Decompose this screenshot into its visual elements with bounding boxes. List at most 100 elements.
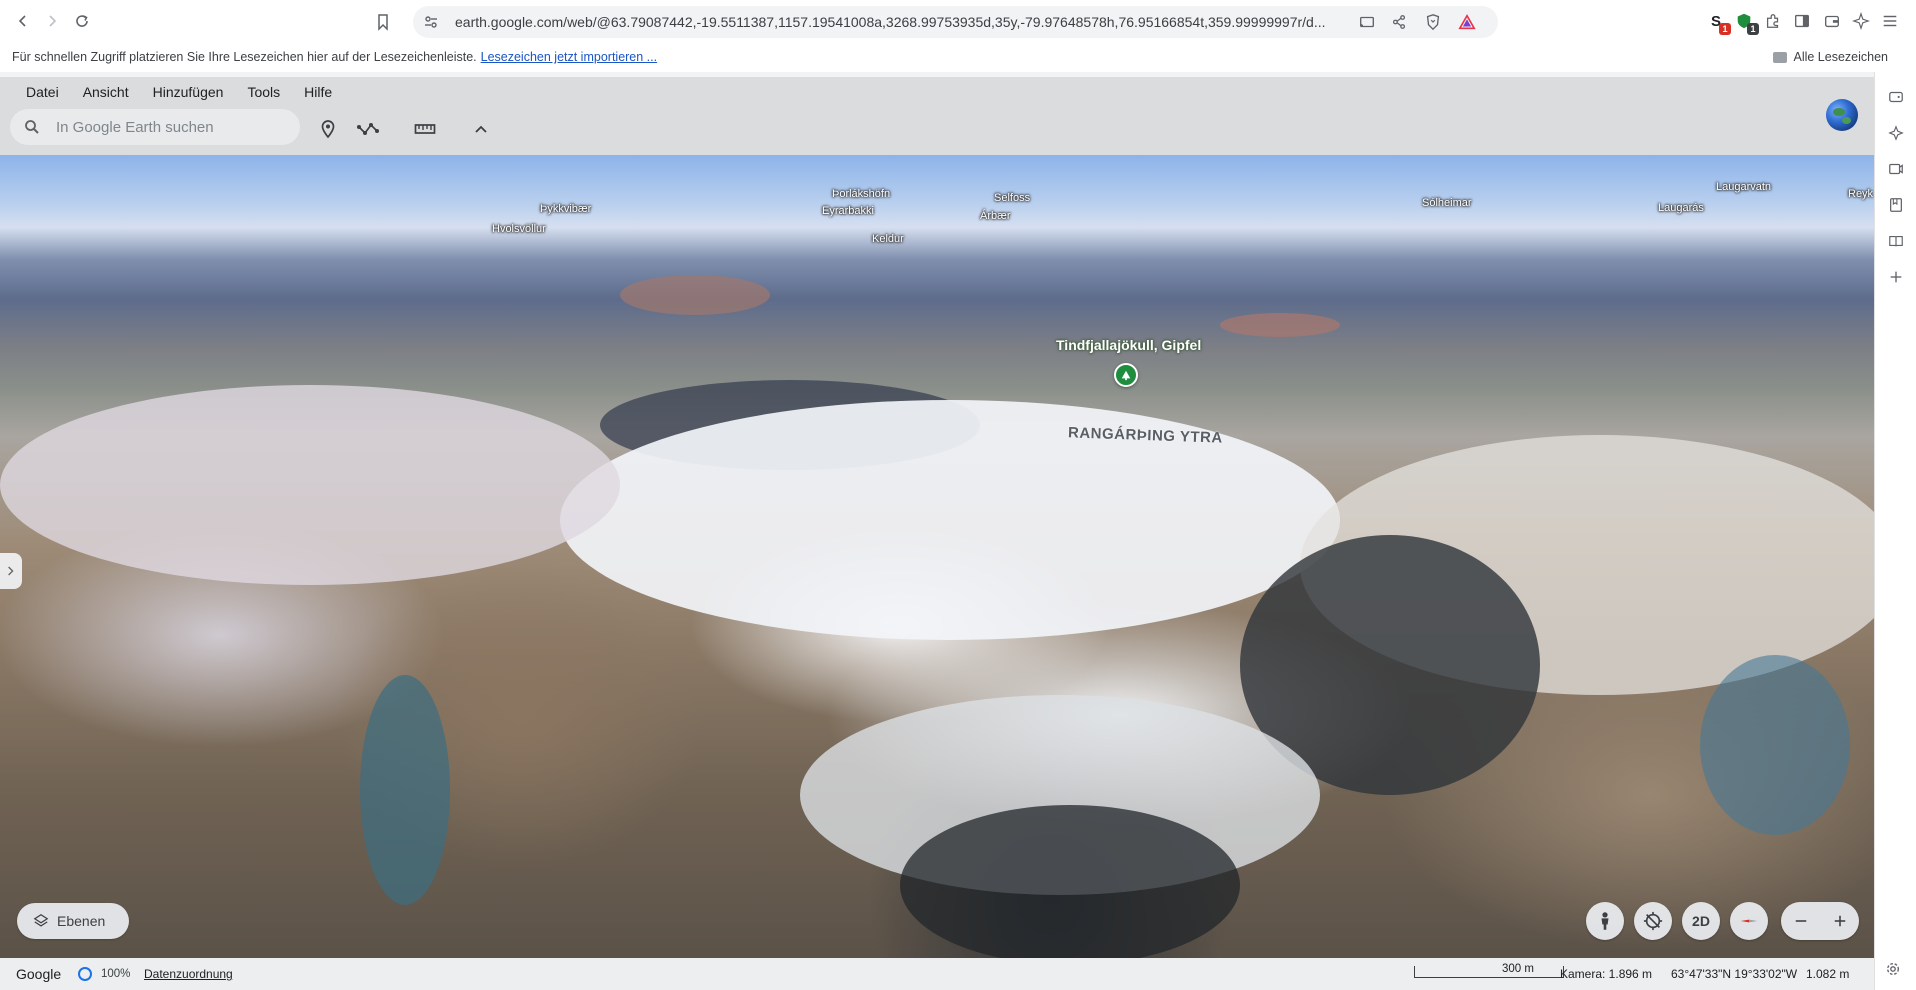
map-label-solheimar[interactable]: Sólheimar [1422, 197, 1472, 209]
peak-label-tindfjallajokull[interactable]: Tindfjallajökull, Gipfel [1056, 337, 1201, 353]
reading-list-icon[interactable] [1887, 232, 1905, 250]
earth-map-view[interactable]: Þykkvibær Hvolsvöllur Þorlákshöfn Eyrarb… [0, 155, 1874, 958]
extension-badge: 1 [1747, 23, 1759, 35]
all-bookmarks-label: Alle Lesezeichen [1793, 50, 1888, 64]
earth-search-input[interactable] [56, 117, 276, 137]
layers-icon [33, 914, 49, 927]
menu-ansicht[interactable]: Ansicht [71, 81, 141, 103]
site-settings-icon[interactable] [423, 14, 439, 30]
chevron-right-icon [49, 15, 57, 27]
folder-icon [1773, 51, 1788, 63]
placemark-icon [321, 120, 335, 139]
pegman-icon [1601, 912, 1609, 930]
map-label-arbaer[interactable]: Árbær [980, 210, 1011, 222]
draw-path-button[interactable] [356, 117, 380, 141]
menu-hilfe[interactable]: Hilfe [292, 81, 344, 103]
url-text[interactable]: earth.google.com/web/@63.79087442,-19.55… [455, 14, 1355, 30]
map-label-selfoss[interactable]: Selfoss [994, 192, 1030, 204]
shadow-lake [1700, 655, 1850, 835]
search-icon [24, 119, 40, 135]
zoom-in-button[interactable] [1820, 902, 1859, 940]
pegman-button[interactable] [1586, 902, 1624, 940]
brave-rewards-icon[interactable] [1457, 12, 1477, 32]
back-button[interactable] [11, 9, 35, 33]
compass-icon [1740, 919, 1758, 923]
scale-label: 300 m [1502, 963, 1534, 975]
peak-pin[interactable] [1114, 363, 1138, 387]
map-label-thorlakshofn[interactable]: Þorlákshöfn [832, 188, 890, 200]
all-bookmarks-button[interactable]: Alle Lesezeichen [1773, 50, 1888, 64]
zoom-controls [1781, 902, 1859, 940]
path-icon [357, 123, 379, 135]
add-placemark-button[interactable] [316, 117, 340, 141]
camera-altitude: Kamera: 1.896 m [1560, 967, 1653, 981]
menu-tools[interactable]: Tools [235, 81, 292, 103]
wallet-icon[interactable] [1822, 11, 1842, 31]
collapse-toolbar-button[interactable] [469, 117, 493, 141]
view-2d-button[interactable]: 2D [1682, 902, 1720, 940]
chevron-left-icon [18, 15, 26, 27]
loading-ring-icon [78, 967, 92, 981]
earth-search-box[interactable] [10, 109, 300, 145]
map-label-laugarvatn[interactable]: Laugarvatn [1716, 181, 1771, 193]
wallet-panel-icon[interactable] [1887, 88, 1905, 106]
browser-side-panel [1874, 72, 1916, 990]
terrain-hill [620, 275, 770, 315]
ground-altitude: 1.082 m [1806, 967, 1850, 981]
leo-panel-icon[interactable] [1887, 124, 1905, 142]
shadow-lake [360, 675, 450, 905]
map-label-hvolsvollur[interactable]: Hvolsvöllur [492, 223, 546, 235]
shield-extension-icon[interactable]: 1 [1734, 11, 1759, 35]
reset-tilt-button[interactable] [1634, 902, 1672, 940]
bookmarks-hint-text: Für schnellen Zugriff platzieren Sie Ihr… [12, 50, 477, 64]
bookmarks-panel-icon[interactable] [1887, 196, 1905, 214]
import-bookmarks-link[interactable]: Lesezeichen jetzt importieren ... [481, 50, 657, 64]
chevron-up-icon [475, 125, 487, 133]
measure-button[interactable] [413, 117, 437, 141]
gear-icon [1887, 963, 1899, 975]
zoom-out-button[interactable] [1781, 902, 1820, 940]
map-label-thykkvibaer[interactable]: Þykkvibær [540, 203, 591, 215]
shadow-valley [900, 805, 1240, 958]
bookmarks-hint: Für schnellen Zugriff platzieren Sie Ihr… [12, 50, 657, 64]
sidebar-toggle-icon[interactable] [1792, 11, 1812, 31]
plus-icon [1834, 915, 1845, 927]
map-label-eyrarbakki[interactable]: Eyrarbakki [822, 205, 874, 217]
bookmark-icon[interactable] [373, 12, 393, 32]
settings-button[interactable] [1883, 959, 1903, 979]
brave-shield-icon[interactable] [1423, 12, 1443, 32]
menu-icon[interactable] [1880, 11, 1900, 31]
scale-bar [1414, 966, 1564, 978]
map-label-reyk[interactable]: Reyk [1848, 188, 1873, 200]
ruler-icon [414, 124, 436, 134]
share-icon[interactable] [1389, 12, 1409, 32]
layers-button[interactable]: Ebenen [17, 903, 129, 939]
extensions-puzzle-icon[interactable] [1763, 11, 1783, 31]
cast-icon[interactable] [1357, 12, 1377, 32]
minus-icon [1795, 920, 1806, 922]
terrain-hill [1220, 313, 1340, 337]
load-percent: 100% [101, 968, 131, 980]
menu-datei[interactable]: Datei [14, 81, 71, 103]
data-attribution-link[interactable]: Datenzuordnung [144, 967, 233, 981]
leo-ai-icon[interactable] [1851, 11, 1871, 31]
compass-button[interactable] [1730, 902, 1768, 940]
map-label-keldur[interactable]: Keldur [872, 233, 904, 245]
cursor-coordinates: 63°47'33"N 19°33'02"W [1671, 967, 1798, 981]
chevron-right-icon [8, 566, 14, 576]
reload-button[interactable] [70, 9, 94, 33]
map-label-laugaras[interactable]: Laugarás [1658, 202, 1704, 214]
expand-sidebar-button[interactable] [0, 553, 22, 589]
address-bar[interactable]: earth.google.com/web/@63.79087442,-19.55… [378, 6, 1498, 38]
reload-icon [76, 15, 88, 27]
bookmarks-bar: Für schnellen Zugriff platzieren Sie Ihr… [0, 42, 1916, 72]
add-panel-icon[interactable] [1887, 268, 1905, 286]
forward-button[interactable] [40, 9, 64, 33]
tilt-off-icon [1643, 911, 1663, 931]
menu-hinzufuegen[interactable]: Hinzufügen [141, 81, 236, 103]
media-panel-icon[interactable] [1887, 160, 1905, 178]
s-extension-icon[interactable]: S 1 [1706, 11, 1731, 35]
browser-toolbar: earth.google.com/web/@63.79087442,-19.55… [0, 0, 1916, 42]
google-logo: Google [16, 966, 62, 982]
account-globe-avatar[interactable] [1826, 99, 1858, 131]
